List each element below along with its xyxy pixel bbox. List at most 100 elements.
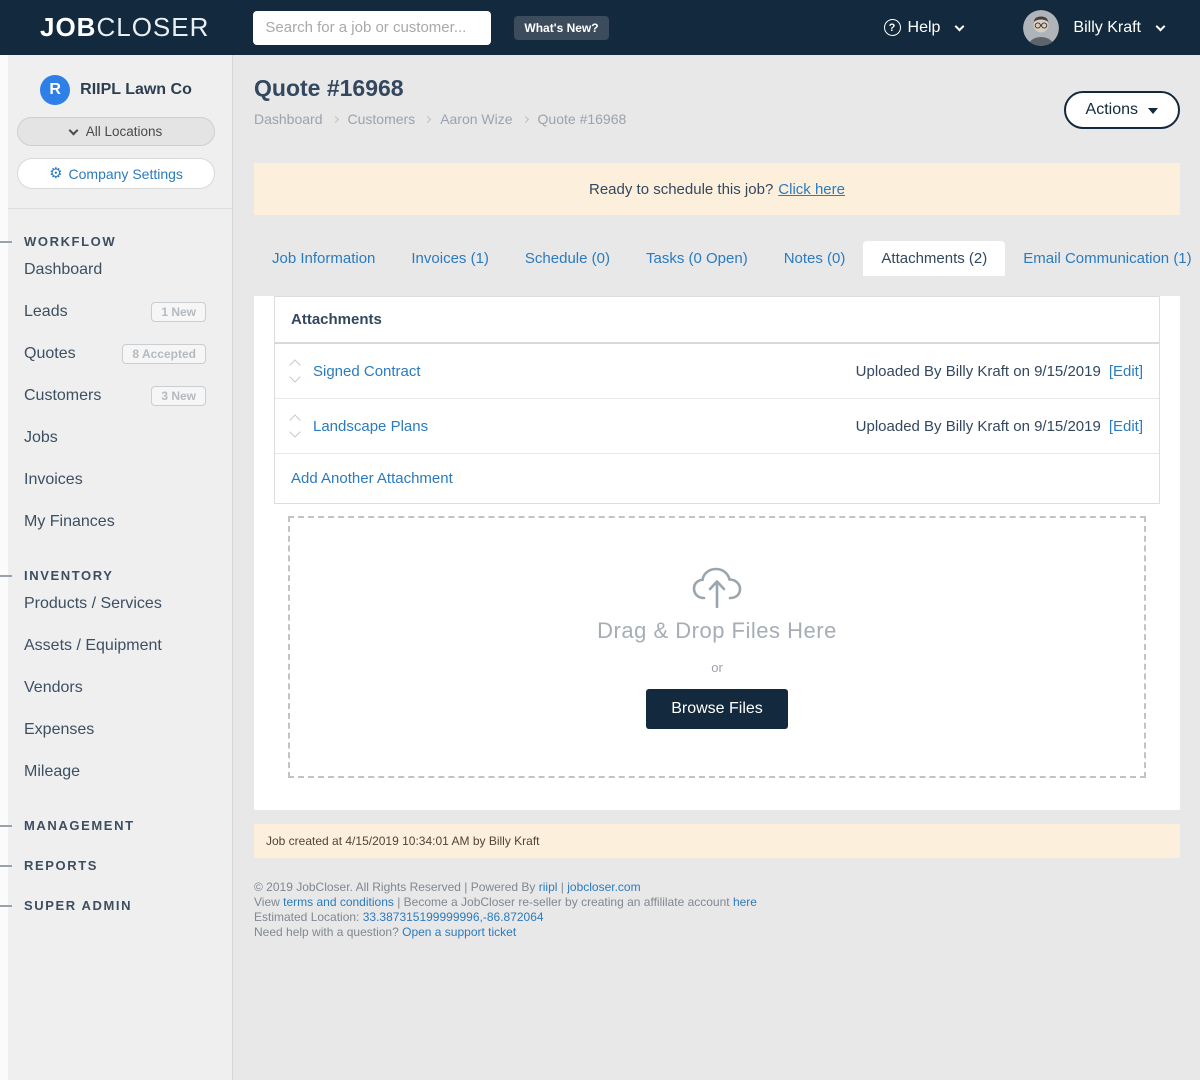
edit-attachment-link[interactable]: [Edit] [1109, 418, 1143, 435]
sidebar-item-label: Jobs [24, 429, 58, 447]
section-label: WORKFLOW [24, 234, 116, 249]
locations-dropdown[interactable]: All Locations [17, 117, 215, 146]
section-label: SUPER ADMIN [24, 898, 132, 913]
tab-notes[interactable]: Notes (0) [766, 241, 864, 276]
footer-line-support: Need help with a question? Open a suppor… [254, 925, 1180, 940]
whats-new-button[interactable]: What's New? [514, 16, 608, 40]
actions-button[interactable]: Actions [1064, 91, 1180, 129]
estimated-location-link[interactable]: 33.387315199999996,-86.872064 [363, 910, 544, 924]
sidebar-item-my-finances[interactable]: My Finances [0, 501, 232, 543]
sidebar: R RIIPL Lawn Co All Locations ⚙ Company … [0, 55, 233, 1080]
attachment-link[interactable]: Signed Contract [313, 363, 421, 380]
dropzone-or-text: or [711, 660, 723, 675]
breadcrumb-dashboard[interactable]: Dashboard [254, 111, 323, 127]
tab-invoices[interactable]: Invoices (1) [393, 241, 507, 276]
sidebar-item-leads[interactable]: Leads 1 New [0, 291, 232, 333]
company-name: RIIPL Lawn Co [80, 81, 192, 99]
dash-icon [0, 905, 12, 907]
sidebar-item-label: Mileage [24, 763, 80, 781]
footer-text: Need help with a question? [254, 925, 402, 939]
company-header[interactable]: R RIIPL Lawn Co [0, 75, 232, 105]
sidebar-divider [0, 208, 232, 209]
attachments-card: Attachments Signed Contract Uploaded By … [274, 296, 1160, 504]
breadcrumb-customers[interactable]: Customers [348, 111, 416, 127]
sidebar-item-label: Expenses [24, 721, 94, 739]
chevron-up-icon[interactable] [289, 414, 300, 425]
chevron-down-icon [955, 21, 965, 31]
main-content: Quote #16968 Dashboard Customers Aaron W… [234, 75, 1200, 940]
sidebar-item-label: Assets / Equipment [24, 637, 162, 655]
breadcrumb-current: Quote #16968 [538, 111, 627, 127]
dash-icon [0, 825, 12, 827]
app-logo[interactable]: JOBCLOSER [40, 12, 209, 43]
sidebar-section-reports[interactable]: REPORTS [0, 858, 232, 873]
help-icon: ? [884, 19, 901, 36]
search-input[interactable] [253, 11, 491, 45]
top-navbar: JOBCLOSER What's New? ? Help [0, 0, 1200, 55]
terms-and-conditions-link[interactable]: terms and conditions [283, 895, 394, 909]
sidebar-item-label: Vendors [24, 679, 83, 697]
browse-files-button[interactable]: Browse Files [646, 689, 788, 729]
avatar[interactable] [1023, 10, 1059, 46]
main-area: Quote #16968 Dashboard Customers Aaron W… [234, 55, 1200, 1080]
jobcloser-link[interactable]: jobcloser.com [567, 880, 640, 894]
attachments-card-title: Attachments [275, 297, 1159, 344]
section-label: INVENTORY [24, 568, 114, 583]
sidebar-section-inventory[interactable]: INVENTORY [0, 568, 232, 583]
user-name: Billy Kraft [1073, 19, 1141, 37]
sidebar-item-products-services[interactable]: Products / Services [0, 583, 232, 625]
tab-email-communication[interactable]: Email Communication (1) [1005, 241, 1200, 276]
chevron-up-icon[interactable] [289, 359, 300, 370]
support-ticket-link[interactable]: Open a support ticket [402, 925, 516, 939]
add-attachment-row: Add Another Attachment [275, 454, 1159, 503]
footer-text: Estimated Location: [254, 910, 363, 924]
company-settings-button[interactable]: ⚙ Company Settings [17, 158, 215, 189]
cloud-upload-icon [691, 566, 743, 608]
sidebar-item-customers[interactable]: Customers 3 New [0, 375, 232, 417]
chevron-down-icon[interactable] [289, 426, 300, 437]
sidebar-section-workflow[interactable]: WORKFLOW [0, 234, 232, 249]
tab-schedule[interactable]: Schedule (0) [507, 241, 628, 276]
page-title: Quote #16968 [254, 75, 1180, 102]
add-another-attachment-link[interactable]: Add Another Attachment [291, 470, 453, 487]
user-menu[interactable]: Billy Kraft [1073, 19, 1164, 37]
leads-badge: 1 New [151, 302, 206, 322]
chevron-right-icon [331, 115, 338, 122]
tab-job-information[interactable]: Job Information [254, 241, 393, 276]
chevron-right-icon [424, 115, 431, 122]
file-dropzone[interactable]: Drag & Drop Files Here or Browse Files [288, 516, 1146, 778]
quotes-badge: 8 Accepted [122, 344, 206, 364]
breadcrumb-customer-name[interactable]: Aaron Wize [440, 111, 512, 127]
sidebar-item-vendors[interactable]: Vendors [0, 667, 232, 709]
sidebar-item-dashboard[interactable]: Dashboard [0, 249, 232, 291]
sidebar-section-super-admin[interactable]: SUPER ADMIN [0, 898, 232, 913]
page-footer: © 2019 JobCloser. All Rights Reserved | … [254, 880, 1180, 940]
table-row: Landscape Plans Uploaded By Billy Kraft … [275, 399, 1159, 454]
sidebar-item-jobs[interactable]: Jobs [0, 417, 232, 459]
schedule-banner: Ready to schedule this job? Click here [254, 163, 1180, 215]
riipl-link[interactable]: riipl [539, 880, 558, 894]
sidebar-item-mileage[interactable]: Mileage [0, 751, 232, 793]
banner-click-here-link[interactable]: Click here [778, 181, 845, 198]
company-settings-label: Company Settings [69, 166, 183, 182]
chevron-down-icon[interactable] [289, 371, 300, 382]
sidebar-item-quotes[interactable]: Quotes 8 Accepted [0, 333, 232, 375]
edit-attachment-link[interactable]: [Edit] [1109, 363, 1143, 380]
affiliate-here-link[interactable]: here [733, 895, 757, 909]
job-created-strip: Job created at 4/15/2019 10:34:01 AM by … [254, 824, 1180, 858]
attachment-link[interactable]: Landscape Plans [313, 418, 428, 435]
dash-icon [0, 865, 12, 867]
tab-attachments[interactable]: Attachments (2) [863, 241, 1005, 276]
help-menu[interactable]: ? Help [884, 19, 964, 37]
dropzone-title: Drag & Drop Files Here [597, 618, 837, 644]
dash-icon [0, 241, 12, 243]
sidebar-section-management[interactable]: MANAGEMENT [0, 818, 232, 833]
sidebar-item-invoices[interactable]: Invoices [0, 459, 232, 501]
footer-line-terms: View terms and conditions | Become a Job… [254, 895, 1180, 910]
sidebar-item-assets-equipment[interactable]: Assets / Equipment [0, 625, 232, 667]
sidebar-item-expenses[interactable]: Expenses [0, 709, 232, 751]
customers-badge: 3 New [151, 386, 206, 406]
tab-tasks[interactable]: Tasks (0 Open) [628, 241, 766, 276]
caret-down-icon [1148, 108, 1158, 114]
chevron-down-icon [1156, 21, 1166, 31]
